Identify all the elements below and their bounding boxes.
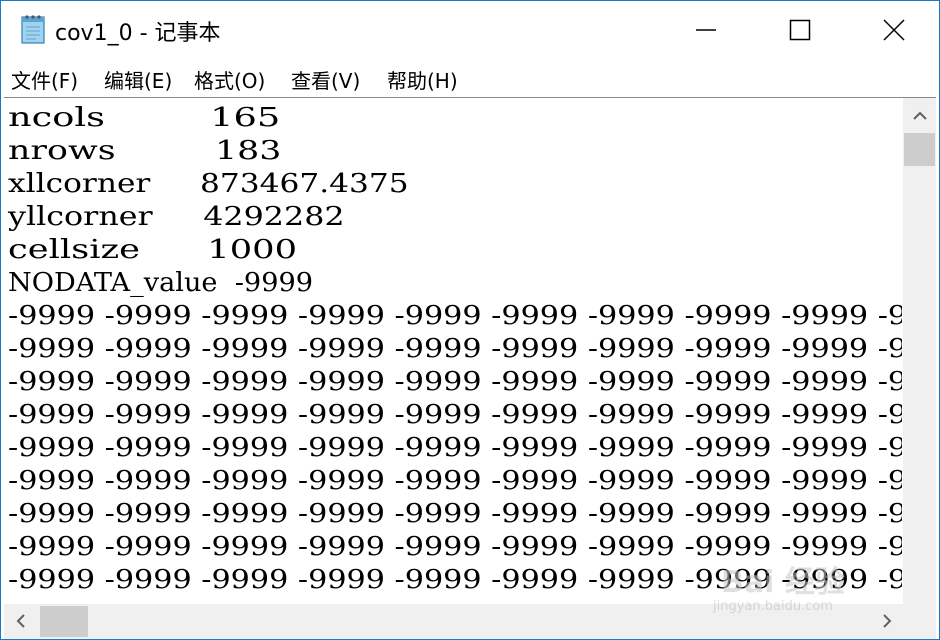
chevron-up-icon [912,106,927,125]
text-line: yllcorner 4292282 [8,202,345,232]
menu-edit[interactable]: 编辑(E) [104,65,172,94]
text-line: -9999 -9999 -9999 -9999 -9999 -9999 -999… [8,499,902,529]
menu-file[interactable]: 文件(F) [11,65,78,94]
text-line: -9999 -9999 -9999 -9999 -9999 -9999 -999… [8,367,902,397]
text-line: -9999 -9999 -9999 -9999 -9999 -9999 -999… [8,565,902,595]
close-button[interactable] [847,1,939,59]
window-title: cov1_0 - 记事本 [55,21,221,46]
menu-format[interactable]: 格式(O) [194,65,265,94]
text-line: -9999 -9999 -9999 -9999 -9999 -9999 -999… [8,334,902,364]
menu-help[interactable]: 帮助(H) [387,65,458,94]
maximize-icon [789,19,811,41]
notepad-icon[interactable] [18,13,48,45]
text-line: nrows 183 [8,136,282,166]
text-line: -9999 -9999 -9999 -9999 -9999 -9999 -999… [8,400,902,430]
text-line: xllcorner 873467.4375 [8,169,409,199]
title-bar[interactable]: cov1_0 - 记事本 [1,1,939,59]
editor: ncols 165 nrows 183 xllcorner 873467.437… [4,97,936,639]
text-line: -9999 -9999 -9999 -9999 -9999 -9999 -999… [8,532,902,562]
minimize-button[interactable] [659,1,753,59]
horizontal-scrollbar[interactable] [4,604,903,639]
scroll-right-button[interactable] [870,604,903,639]
close-icon [883,19,905,41]
horizontal-scroll-thumb[interactable] [40,606,88,637]
chevron-left-icon [16,613,26,632]
maximize-button[interactable] [753,1,847,59]
text-line: -9999 -9999 -9999 -9999 -9999 -9999 -999… [8,301,902,331]
scroll-left-button[interactable] [4,604,38,639]
text-line: ncols 165 [8,103,281,133]
chevron-right-icon [882,613,892,632]
menu-bar: 文件(F) 编辑(E) 格式(O) 查看(V) 帮助(H) [1,59,939,97]
notepad-window: cov1_0 - 记事本 文件(F) 编辑(E) 格式(O) 查看(V) 帮助(… [0,0,940,640]
vertical-scrollbar[interactable] [903,98,936,604]
menu-view[interactable]: 查看(V) [291,65,360,94]
text-area[interactable]: ncols 165 nrows 183 xllcorner 873467.437… [4,98,902,604]
vertical-scroll-thumb[interactable] [904,133,935,166]
text-line: NODATA_value -9999 [8,268,314,298]
text-line: cellsize 1000 [8,235,298,265]
text-line: -9999 -9999 -9999 -9999 -9999 -9999 -999… [8,433,902,463]
minimize-icon [695,19,717,41]
text-line: -9999 -9999 -9999 -9999 -9999 -9999 -999… [8,466,902,496]
scroll-up-button[interactable] [903,98,936,132]
scrollbar-corner [903,604,936,639]
